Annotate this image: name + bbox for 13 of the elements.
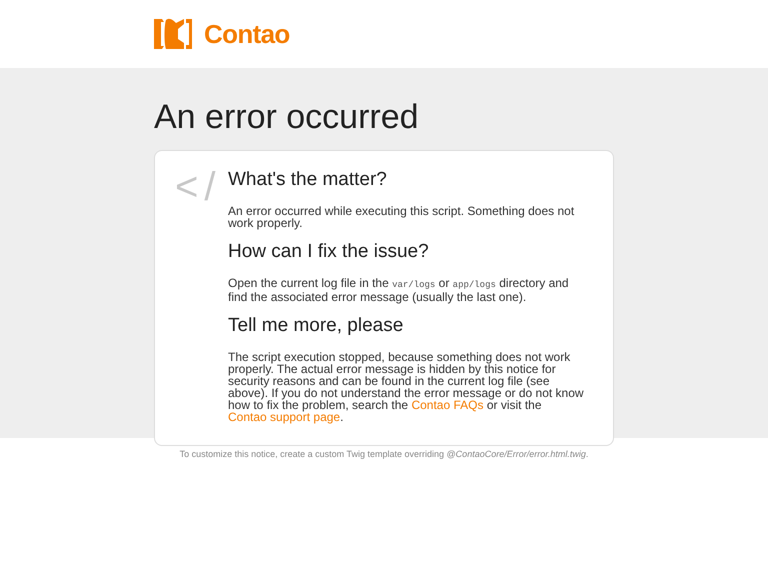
logo-icon [154,17,192,51]
section-paragraph: The script execution stopped, because something does not work properly. The actual error message is hidden by this notice for security reasons and can be found in the current log file (see above). If you do not understand the error message or do not know how to fix the problem, search the Contao FAQs or visit the Contao support page. [228,351,585,423]
footer-note: To customize this notice, create a custom Twig template overriding @ContaoCore/Error/error.html.twig. [180,448,588,461]
link[interactable]: Contao FAQs [411,398,484,412]
section-heading: Tell me more, please [228,314,404,338]
code-symbol-icon: </ [175,165,222,209]
logo-text: Contao [204,21,290,47]
section-paragraph: Open the current log file in the var/logs or app/logs directory and find the associated error message (usually the last one). [228,277,570,303]
section-heading: How can I fix the issue? [228,240,430,264]
page-title: An error occurred [154,97,420,138]
link[interactable]: Contao support page [228,410,340,424]
section-paragraph: An error occurred while executing this script. Something does not work properly. [228,205,576,229]
section-heading: What's the matter? [228,168,388,192]
